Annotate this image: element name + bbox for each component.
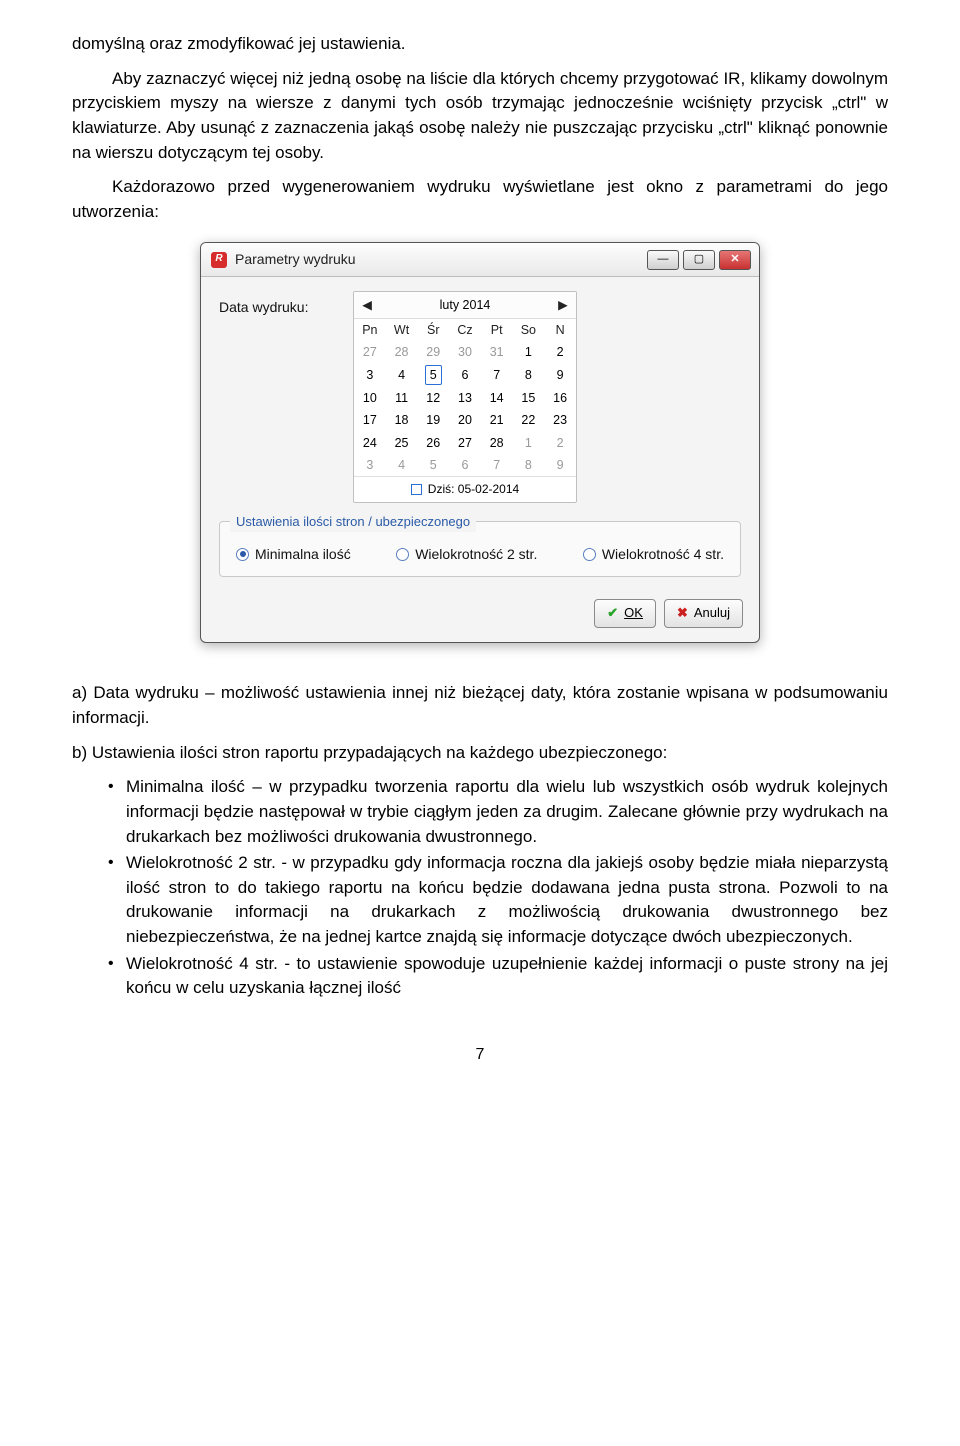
option-b: b) Ustawienia ilości stron raportu przyp… [72, 741, 888, 766]
dialog-body: Data wydruku: ◀ luty 2014 ▶ PnWtŚrCzPtSo… [201, 277, 759, 600]
calendar-day[interactable]: 7 [481, 363, 513, 387]
paragraph-instructions: Aby zaznaczyć więcej niż jedną osobę na … [72, 67, 888, 166]
calendar-day[interactable]: 3 [354, 363, 386, 387]
calendar-month-label[interactable]: luty 2014 [440, 296, 491, 314]
calendar-day[interactable]: 9 [544, 363, 576, 387]
calendar-weekday: Cz [449, 319, 481, 341]
calendar-day[interactable]: 16 [544, 387, 576, 409]
calendar-day[interactable]: 8 [513, 454, 545, 476]
calendar-day[interactable]: 30 [449, 341, 481, 363]
list-item: Wielokrotność 2 str. - w przypadku gdy i… [108, 851, 888, 950]
ok-label: OK [624, 604, 643, 623]
radio-icon [236, 548, 249, 561]
check-icon: ✔ [607, 604, 618, 623]
list-item: Wielokrotność 4 str. - to ustawienie spo… [108, 952, 888, 1001]
maximize-button[interactable]: ▢ [683, 250, 715, 270]
calendar-weekday: N [544, 319, 576, 341]
prev-month-icon[interactable]: ◀ [360, 296, 374, 314]
calendar-day[interactable]: 18 [386, 409, 418, 431]
calendar-day[interactable]: 27 [449, 432, 481, 454]
calendar-day[interactable]: 9 [544, 454, 576, 476]
dialog-title: Parametry wydruku [235, 249, 639, 269]
calendar[interactable]: ◀ luty 2014 ▶ PnWtŚrCzPtSoN 272829303112… [353, 291, 577, 503]
app-icon: R [211, 252, 227, 268]
calendar-day[interactable]: 27 [354, 341, 386, 363]
groupbox-title: Ustawienia ilości stron / ubezpieczonego [230, 513, 476, 532]
calendar-day[interactable]: 19 [417, 409, 449, 431]
calendar-day[interactable]: 23 [544, 409, 576, 431]
calendar-day[interactable]: 14 [481, 387, 513, 409]
minimize-button[interactable]: — [647, 250, 679, 270]
date-row: Data wydruku: ◀ luty 2014 ▶ PnWtŚrCzPtSo… [219, 291, 741, 503]
bullet-list: Minimalna ilość – w przypadku tworzenia … [72, 775, 888, 1001]
calendar-day[interactable]: 12 [417, 387, 449, 409]
calendar-day[interactable]: 6 [449, 363, 481, 387]
calendar-day[interactable]: 17 [354, 409, 386, 431]
calendar-day[interactable]: 15 [513, 387, 545, 409]
radio-mult2[interactable]: Wielokrotność 2 str. [396, 544, 537, 564]
calendar-weekday: So [513, 319, 545, 341]
today-marker-icon [411, 484, 422, 495]
calendar-day[interactable]: 5 [417, 454, 449, 476]
calendar-day[interactable]: 11 [386, 387, 418, 409]
radio-mult4[interactable]: Wielokrotność 4 str. [583, 544, 724, 564]
calendar-day[interactable]: 26 [417, 432, 449, 454]
calendar-day[interactable]: 4 [386, 454, 418, 476]
date-label: Data wydruku: [219, 291, 339, 503]
dialog-screenshot: R Parametry wydruku — ▢ ✕ Data wydruku: … [72, 242, 888, 643]
today-label: Dziś: 05-02-2014 [428, 481, 519, 498]
calendar-day[interactable]: 1 [513, 432, 545, 454]
calendar-day[interactable]: 10 [354, 387, 386, 409]
calendar-day[interactable]: 7 [481, 454, 513, 476]
radio-icon [396, 548, 409, 561]
paragraph-line-continuation: domyślną oraz zmodyfikować jej ustawieni… [72, 32, 888, 57]
calendar-weekday: Śr [417, 319, 449, 341]
calendar-header: ◀ luty 2014 ▶ [354, 292, 576, 319]
pages-groupbox: Ustawienia ilości stron / ubezpieczonego… [219, 521, 741, 577]
calendar-weekday: Wt [386, 319, 418, 341]
option-a: a) Data wydruku – możliwość ustawienia i… [72, 681, 888, 730]
calendar-day[interactable]: 24 [354, 432, 386, 454]
calendar-day[interactable]: 31 [481, 341, 513, 363]
radio-label: Wielokrotność 4 str. [602, 544, 724, 564]
radio-label: Minimalna ilość [255, 544, 351, 564]
calendar-day[interactable]: 2 [544, 341, 576, 363]
calendar-today[interactable]: Dziś: 05-02-2014 [354, 476, 576, 502]
cross-icon: ✖ [677, 604, 688, 623]
calendar-day[interactable]: 1 [513, 341, 545, 363]
calendar-day[interactable]: 25 [386, 432, 418, 454]
calendar-day[interactable]: 28 [481, 432, 513, 454]
calendar-grid: PnWtŚrCzPtSoN 27282930311234567891011121… [354, 319, 576, 476]
print-parameters-dialog: R Parametry wydruku — ▢ ✕ Data wydruku: … [200, 242, 760, 643]
calendar-day[interactable]: 13 [449, 387, 481, 409]
calendar-day[interactable]: 4 [386, 363, 418, 387]
ok-button[interactable]: ✔ OK [594, 599, 656, 628]
calendar-day[interactable]: 2 [544, 432, 576, 454]
radio-icon [583, 548, 596, 561]
window-buttons: — ▢ ✕ [647, 250, 751, 270]
calendar-day[interactable]: 29 [417, 341, 449, 363]
next-month-icon[interactable]: ▶ [556, 296, 570, 314]
cancel-label: Anuluj [694, 604, 730, 623]
page-number: 7 [72, 1043, 888, 1066]
calendar-day[interactable]: 6 [449, 454, 481, 476]
calendar-day[interactable]: 21 [481, 409, 513, 431]
list-item: Minimalna ilość – w przypadku tworzenia … [108, 775, 888, 849]
cancel-button[interactable]: ✖ Anuluj [664, 599, 743, 628]
radio-label: Wielokrotność 2 str. [415, 544, 537, 564]
dialog-footer: ✔ OK ✖ Anuluj [201, 599, 759, 642]
radio-minimal[interactable]: Minimalna ilość [236, 544, 351, 564]
titlebar: R Parametry wydruku — ▢ ✕ [201, 243, 759, 276]
calendar-day[interactable]: 28 [386, 341, 418, 363]
calendar-day[interactable]: 8 [513, 363, 545, 387]
calendar-weekday: Pn [354, 319, 386, 341]
calendar-day[interactable]: 20 [449, 409, 481, 431]
calendar-day[interactable]: 5 [417, 363, 449, 387]
calendar-day[interactable]: 22 [513, 409, 545, 431]
close-button[interactable]: ✕ [719, 250, 751, 270]
radio-group: Minimalna ilość Wielokrotność 2 str. Wie… [232, 542, 728, 564]
calendar-day[interactable]: 3 [354, 454, 386, 476]
paragraph-intro-dialog: Każdorazowo przed wygenerowaniem wydruku… [72, 175, 888, 224]
calendar-weekday: Pt [481, 319, 513, 341]
